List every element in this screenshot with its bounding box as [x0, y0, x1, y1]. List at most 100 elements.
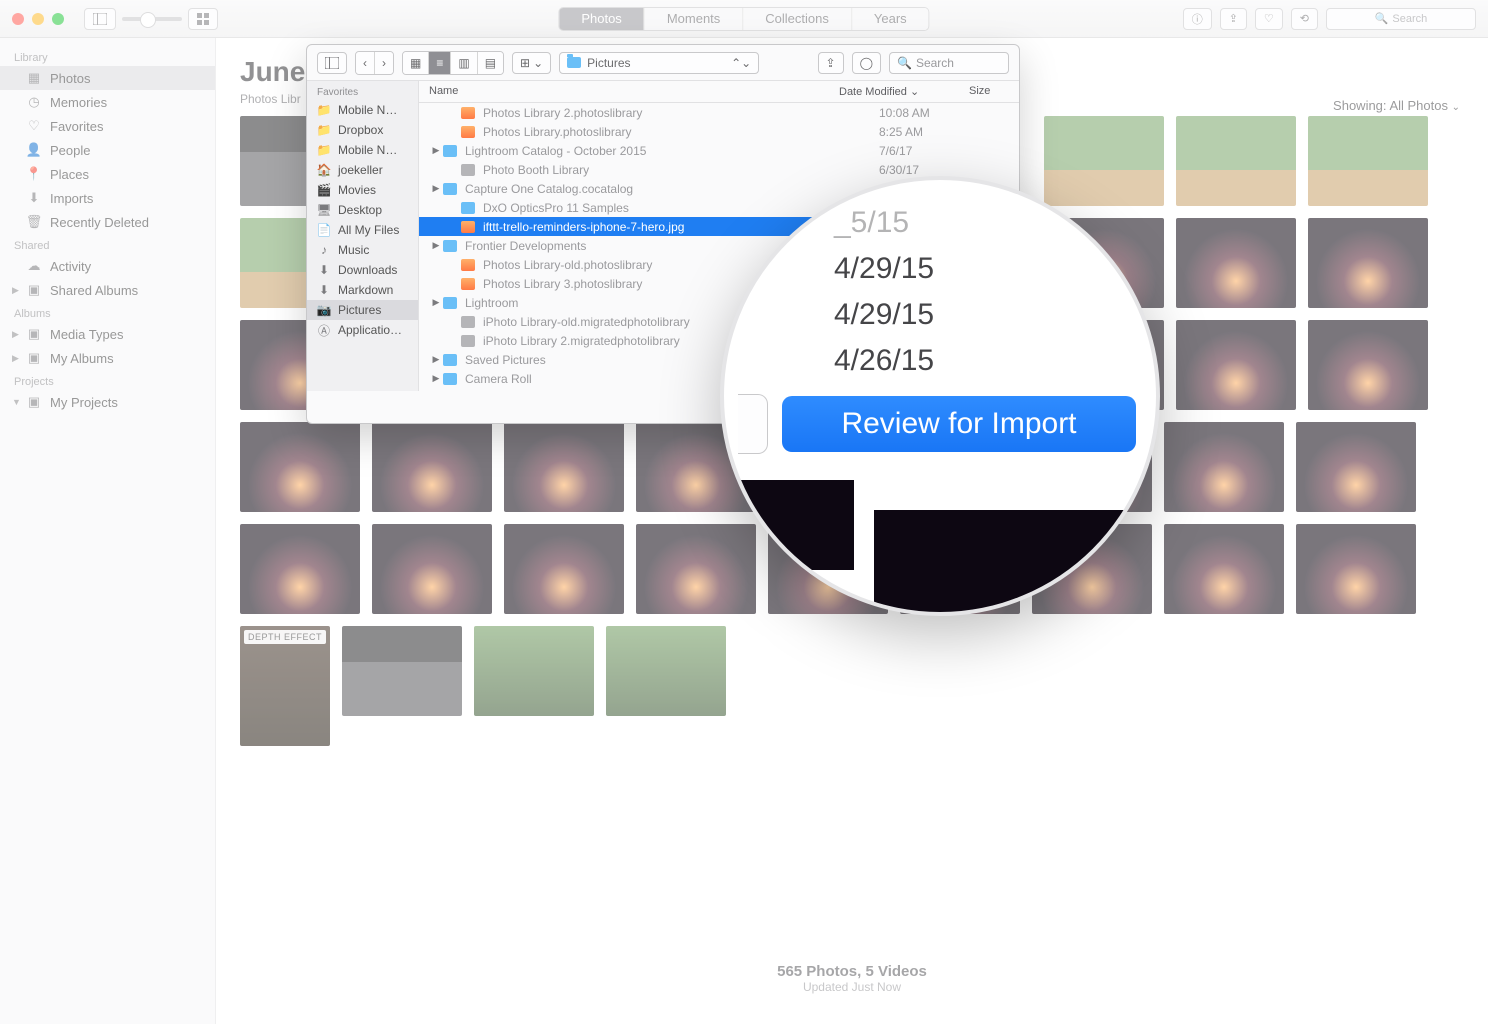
toolbar-search[interactable]: 🔍 Search — [1326, 8, 1476, 30]
sidebar-item-shared-albums[interactable]: ▶▣Shared Albums — [0, 278, 215, 302]
photo-thumb[interactable] — [1176, 116, 1296, 206]
photo-thumb[interactable] — [240, 422, 360, 512]
photo-thumb[interactable] — [1176, 218, 1296, 308]
showing-selector[interactable]: Showing: All Photos ⌄ — [1333, 98, 1460, 113]
finder-fav-item[interactable]: 📁Dropbox — [307, 120, 418, 140]
footer-updated: Updated Just Now — [216, 980, 1488, 994]
sidebar-item-label: My Albums — [50, 351, 114, 366]
desk-icon: 🖥 — [317, 203, 331, 217]
finder-fav-item[interactable]: ⬇Markdown — [307, 280, 418, 300]
photo-thumb[interactable] — [1308, 320, 1428, 410]
finder-fav-item[interactable]: ⬇Downloads — [307, 260, 418, 280]
showing-value: All Photos — [1389, 98, 1448, 113]
photo-thumb[interactable] — [504, 422, 624, 512]
photo-thumb[interactable] — [606, 626, 726, 716]
sort-desc-icon: ⌄ — [910, 86, 919, 98]
finder-row[interactable]: ▶Lightroom Catalog - October 20157/6/17 — [419, 141, 1019, 160]
finder-view-list-button[interactable]: ≡ — [429, 52, 451, 74]
finder-back-button[interactable]: ‹ — [356, 52, 375, 74]
share-button[interactable]: ⇪ — [1220, 8, 1247, 30]
info-button[interactable]: ⓘ — [1183, 8, 1212, 30]
finder-view-columns-button[interactable]: ▥ — [451, 52, 477, 74]
finder-fav-item[interactable]: 📄All My Files — [307, 220, 418, 240]
minimize-window-icon[interactable] — [32, 13, 44, 25]
sidebar-item-memories[interactable]: ◷Memories — [0, 90, 215, 114]
sidebar-item-activity[interactable]: ☁Activity — [0, 254, 215, 278]
photo-thumb[interactable] — [342, 626, 462, 716]
finder-fav-item[interactable]: 📁 Mobile N… — [307, 100, 418, 120]
sidebar-item-places[interactable]: 📍Places — [0, 162, 215, 186]
photo-thumb[interactable]: DEPTH EFFECT — [240, 626, 330, 746]
tab-collections[interactable]: Collections — [743, 8, 852, 30]
photo-thumb[interactable] — [1296, 524, 1416, 614]
person-icon: 👤 — [26, 142, 42, 158]
finder-sidebar-toggle[interactable] — [317, 52, 347, 74]
finder-fav-item[interactable]: 📁Mobile N… — [307, 140, 418, 160]
photo-thumb[interactable] — [1164, 524, 1284, 614]
finder-path-popup[interactable]: Pictures ⌃⌄ — [559, 52, 759, 74]
photo-thumb[interactable] — [1308, 218, 1428, 308]
finder-fav-item[interactable]: 📷Pictures — [307, 300, 418, 320]
finder-group-button[interactable]: ⊞⌄ — [512, 52, 551, 74]
finder-fav-item[interactable]: 🎬Movies — [307, 180, 418, 200]
finder-favorites-header: Favorites — [307, 87, 418, 100]
sidebar-toggle-button[interactable] — [84, 8, 116, 30]
sidebar-header-albums: Albums — [0, 302, 215, 322]
sidebar-item-favorites[interactable]: ♡Favorites — [0, 114, 215, 138]
photo-thumb[interactable] — [504, 524, 624, 614]
tab-photos[interactable]: Photos — [559, 8, 644, 30]
finder-row-date: 6/30/17 — [879, 163, 1009, 177]
sidebar-item-imports[interactable]: ⬇Imports — [0, 186, 215, 210]
sidebar-item-recently-deleted[interactable]: 🗑Recently Deleted — [0, 210, 215, 234]
rotate-button[interactable]: ⟲ — [1291, 8, 1318, 30]
photo-thumb[interactable] — [240, 524, 360, 614]
sidebar-item-my-albums[interactable]: ▶▣My Albums — [0, 346, 215, 370]
photo-thumb[interactable] — [1164, 422, 1284, 512]
review-for-import-button[interactable]: Review for Import — [782, 396, 1136, 452]
photo-thumb[interactable] — [372, 422, 492, 512]
finder-row[interactable]: Photos Library 2.photoslibrary10:08 AM — [419, 103, 1019, 122]
photo-thumb[interactable] — [372, 524, 492, 614]
cancel-button-edge[interactable] — [738, 394, 768, 454]
finder-fav-label: Downloads — [338, 263, 397, 277]
finder-share-button[interactable]: ⇪ — [818, 52, 844, 74]
finder-fav-item[interactable]: ♪Music — [307, 240, 418, 260]
movie-icon: 🎬 — [317, 183, 331, 197]
finder-fav-item[interactable]: ⒶApplicatio… — [307, 320, 418, 340]
column-name[interactable]: Name — [429, 85, 839, 98]
finder-fav-item[interactable]: 🖥Desktop — [307, 200, 418, 220]
photo-thumb[interactable] — [474, 626, 594, 716]
finder-search-placeholder: Search — [916, 56, 954, 70]
photo-thumb[interactable] — [1176, 320, 1296, 410]
sidebar-item-label: Photos — [50, 71, 90, 86]
zoom-window-icon[interactable] — [52, 13, 64, 25]
finder-row[interactable]: Photos Library.photoslibrary8:25 AM — [419, 122, 1019, 141]
column-size[interactable]: Size — [969, 85, 1009, 98]
finder-view-icon-button[interactable]: ▦ — [403, 52, 429, 74]
tab-moments[interactable]: Moments — [645, 8, 743, 30]
close-window-icon[interactable] — [12, 13, 24, 25]
folder-icon: 📁 — [317, 103, 331, 117]
column-date[interactable]: Date Modified ⌄ — [839, 85, 969, 98]
zoom-slider[interactable] — [122, 17, 182, 21]
trash-icon: 🗑 — [26, 214, 42, 230]
chevron-down-icon: ⌄ — [533, 56, 543, 70]
photo-thumb[interactable] — [1308, 116, 1428, 206]
favorite-button[interactable]: ♡ — [1255, 8, 1283, 30]
sidebar-item-media-types[interactable]: ▶▣Media Types — [0, 322, 215, 346]
finder-fav-label: Mobile N… — [338, 103, 397, 117]
sidebar-item-photos[interactable]: ▦Photos — [0, 66, 215, 90]
folder-icon: 📁 — [317, 143, 331, 157]
finder-tags-button[interactable]: ◯ — [852, 52, 881, 74]
finder-forward-button[interactable]: › — [375, 52, 393, 74]
sidebar-item-people[interactable]: 👤People — [0, 138, 215, 162]
finder-view-coverflow-button[interactable]: ▤ — [478, 52, 503, 74]
finder-fav-item[interactable]: 🏠joekeller — [307, 160, 418, 180]
tab-years[interactable]: Years — [852, 8, 929, 30]
folder-icon — [567, 57, 581, 68]
finder-row-name: Photos Library 2.photoslibrary — [483, 106, 879, 120]
sidebar-item-my-projects[interactable]: ▼▣My Projects — [0, 390, 215, 414]
photo-thumb[interactable] — [1296, 422, 1416, 512]
finder-search[interactable]: 🔍Search — [889, 52, 1009, 74]
zoom-grid-button[interactable] — [188, 8, 218, 30]
